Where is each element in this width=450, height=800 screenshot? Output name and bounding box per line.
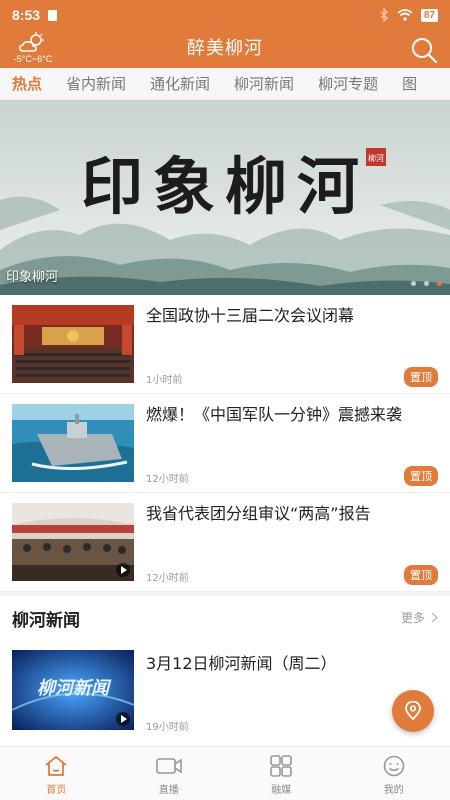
nav-media[interactable]: 融媒 xyxy=(225,747,338,800)
news-time: 12小时前 xyxy=(146,573,189,584)
nav-live[interactable]: 直播 xyxy=(113,747,226,800)
news-item[interactable]: 全国政协十三届二次会议闭幕 1小时前 置顶 xyxy=(0,295,450,394)
news-thumbnail xyxy=(12,503,134,581)
grid-icon xyxy=(270,755,293,777)
smile-face-icon xyxy=(383,755,405,777)
tab-liuhe-news[interactable]: 柳河新闻 xyxy=(222,73,306,94)
tab-hot[interactable]: 热点 xyxy=(0,73,54,94)
status-time: 8:53 xyxy=(12,7,41,23)
nav-mine[interactable]: 我的 xyxy=(338,747,450,800)
location-fab[interactable] xyxy=(392,690,434,732)
bluetooth-icon xyxy=(380,8,388,22)
section-title: 柳河新闻 xyxy=(12,611,80,631)
news-headline: 全国政协十三届二次会议闭幕 xyxy=(146,306,355,325)
news-time: 12小时前 xyxy=(146,474,189,485)
app-title: 醉美柳河 xyxy=(187,38,263,59)
news-time: 19小时前 xyxy=(146,722,189,733)
pinned-badge: 置顶 xyxy=(404,466,438,486)
pinned-badge: 置顶 xyxy=(404,367,438,387)
news-headline: 3月12日柳河新闻（周二） xyxy=(146,654,337,673)
pinned-badge: 置顶 xyxy=(404,565,438,585)
banner-caption: 印象柳河 xyxy=(6,270,59,285)
bottom-navigation: 首页 直播 融媒 我的 xyxy=(0,746,450,800)
news-list: 全国政协十三届二次会议闭幕 1小时前 置顶 燃爆！《中国军队一分钟》震撼来袭 1… xyxy=(0,295,450,592)
nav-media-label: 融媒 xyxy=(271,785,292,796)
nav-home-label: 首页 xyxy=(46,785,67,796)
news-time: 1小时前 xyxy=(146,375,183,386)
news-thumbnail xyxy=(12,305,134,383)
nav-mine-label: 我的 xyxy=(383,785,404,796)
video-camera-icon xyxy=(155,758,182,774)
news-item[interactable]: 柳河新闻 3月12日柳河新闻（周二） 19小时前 xyxy=(0,640,450,746)
chevron-right-icon xyxy=(431,612,438,623)
tab-images[interactable]: 图 xyxy=(390,73,429,94)
play-icon xyxy=(116,712,130,726)
banner-image: 印象柳河 柳河 xyxy=(0,100,450,295)
news-thumbnail xyxy=(12,404,134,482)
nav-live-label: 直播 xyxy=(158,785,179,796)
battery-indicator: 87 xyxy=(420,8,438,22)
news-thumbnail: 柳河新闻 xyxy=(12,650,134,730)
section-header: 柳河新闻 更多 xyxy=(0,596,450,640)
news-headline: 我省代表团分组审议“两高”报告 xyxy=(146,504,371,523)
tab-province-news[interactable]: 省内新闻 xyxy=(54,73,138,94)
search-icon[interactable] xyxy=(410,36,438,64)
carousel-dot xyxy=(411,281,416,286)
carousel-indicator xyxy=(411,281,442,286)
banner-calligraphy: 印象柳河 xyxy=(81,150,369,223)
more-label: 更多 xyxy=(400,611,425,625)
carousel-dot xyxy=(424,281,429,286)
status-bar: 8:53 87 xyxy=(0,0,450,30)
more-link[interactable]: 更多 xyxy=(401,609,438,626)
tab-tonghua-news[interactable]: 通化新闻 xyxy=(138,73,222,94)
news-item[interactable]: 燃爆！《中国军队一分钟》震撼来袭 12小时前 置顶 xyxy=(0,394,450,493)
category-tabs: 热点 省内新闻 通化新闻 柳河新闻 柳河专题 图 xyxy=(0,68,450,100)
tab-liuhe-special[interactable]: 柳河专题 xyxy=(306,73,390,94)
nav-home[interactable]: 首页 xyxy=(0,747,113,800)
banner-seal: 柳河 xyxy=(368,153,384,163)
app-header: -5°C~6°C 醉美柳河 xyxy=(0,30,450,68)
wifi-icon xyxy=(397,9,413,21)
news-headline: 燃爆！《中国军队一分钟》震撼来袭 xyxy=(146,405,403,424)
thumb-text: 柳河新闻 xyxy=(37,678,112,699)
location-pin-icon xyxy=(405,701,421,721)
banner-carousel[interactable]: 印象柳河 柳河 印象柳河 xyxy=(0,100,450,295)
play-icon xyxy=(116,563,130,577)
news-item[interactable]: 我省代表团分组审议“两高”报告 12小时前 置顶 xyxy=(0,493,450,592)
sim-card-icon xyxy=(48,9,58,21)
carousel-dot-active xyxy=(437,281,442,286)
home-icon xyxy=(45,755,67,776)
